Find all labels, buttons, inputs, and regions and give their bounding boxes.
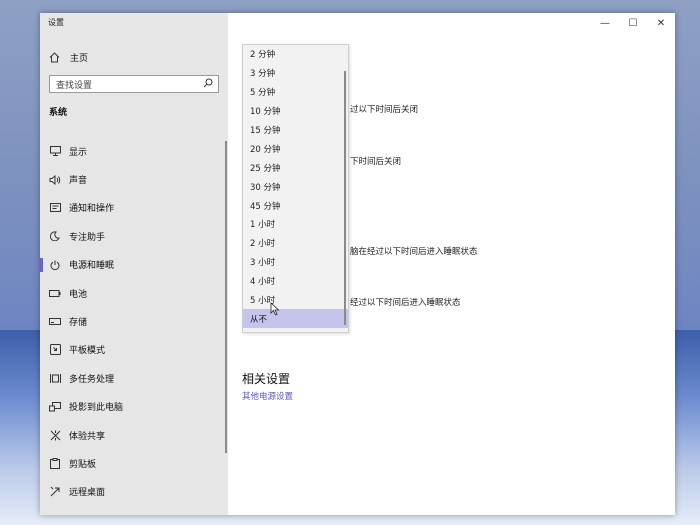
remote-desktop-icon bbox=[49, 486, 61, 498]
screen-plugged-label: 下时间后关闭 bbox=[350, 157, 402, 167]
notification-icon bbox=[49, 202, 61, 214]
sidebar-item-clipboard[interactable]: 剪贴板 bbox=[40, 449, 228, 477]
sidebar-item-about[interactable]: 关于 bbox=[40, 506, 228, 515]
sidebar-item-label: 专注助手 bbox=[69, 232, 106, 243]
sidebar-item-label: 远程桌面 bbox=[69, 488, 106, 499]
dropdown-option[interactable]: 30 分钟 bbox=[243, 177, 348, 196]
sidebar-item-label: 平板模式 bbox=[69, 346, 106, 357]
home-label: 主页 bbox=[70, 53, 89, 64]
dropdown-option[interactable]: 20 分钟 bbox=[243, 139, 348, 158]
sidebar-item-focus-assist[interactable]: 专注助手 bbox=[40, 222, 228, 250]
sidebar-item-label: 显示 bbox=[69, 147, 88, 158]
dropdown-option[interactable]: 2 小时 bbox=[243, 234, 348, 253]
sidebar-item-multitasking[interactable]: 多任务处理 bbox=[40, 364, 228, 392]
related-settings-title: 相关设置 bbox=[242, 372, 291, 386]
search-icon[interactable] bbox=[203, 78, 213, 91]
sidebar-nav: 显示 声音 通知和操作 专注助手 电源和睡眠 电池 存储 平板模式 多任务处理 … bbox=[40, 137, 228, 515]
maximize-button[interactable]: ☐ bbox=[619, 13, 647, 33]
additional-power-settings-link[interactable]: 其他电源设置 bbox=[242, 390, 293, 402]
dropdown-option-selected[interactable]: 从不 bbox=[243, 309, 348, 329]
sidebar-item-tablet-mode[interactable]: 平板模式 bbox=[40, 336, 228, 364]
dropdown-option[interactable]: 4 小时 bbox=[243, 272, 348, 291]
dropdown-option[interactable]: 25 分钟 bbox=[243, 158, 348, 177]
dropdown-option[interactable]: 3 分钟 bbox=[243, 64, 348, 83]
settings-window: 设置 主页 查找设置 系统 显示 声音 通知和操作 专注助手 电源和睡眠 电池 … bbox=[40, 13, 675, 515]
sidebar-item-notifications[interactable]: 通知和操作 bbox=[40, 194, 228, 222]
dropdown-option[interactable]: 15 分钟 bbox=[243, 121, 348, 140]
sidebar-item-project-to-pc[interactable]: 投影到此电脑 bbox=[40, 393, 228, 421]
sidebar-item-label: 电源和睡眠 bbox=[69, 261, 115, 272]
sidebar-item-label: 通知和操作 bbox=[69, 204, 115, 215]
search-placeholder: 查找设置 bbox=[56, 80, 93, 91]
project-icon bbox=[49, 401, 61, 413]
sidebar-item-label: 多任务处理 bbox=[69, 374, 115, 385]
timeout-dropdown-list: 2 分钟 3 分钟 5 分钟 10 分钟 15 分钟 20 分钟 25 分钟 3… bbox=[242, 44, 349, 333]
sidebar: 设置 主页 查找设置 系统 显示 声音 通知和操作 专注助手 电源和睡眠 电池 … bbox=[40, 13, 228, 515]
section-label: 系统 bbox=[49, 108, 68, 118]
home-link[interactable]: 主页 bbox=[48, 49, 88, 65]
sidebar-item-label: 声音 bbox=[69, 176, 88, 187]
sidebar-item-label: 电池 bbox=[69, 289, 88, 300]
clipboard-icon bbox=[49, 457, 61, 469]
power-icon bbox=[49, 259, 61, 271]
sidebar-scrollbar[interactable] bbox=[225, 141, 227, 453]
minimize-button[interactable]: — bbox=[591, 13, 619, 33]
dropdown-option[interactable]: 5 小时 bbox=[243, 291, 348, 310]
screen-battery-label: 过以下时间后关闭 bbox=[350, 105, 419, 115]
battery-icon bbox=[49, 287, 61, 299]
dropdown-option[interactable]: 1 小时 bbox=[243, 215, 348, 234]
window-title: 设置 bbox=[48, 18, 64, 27]
sleep-plugged-label: 经过以下时间后进入睡眠状态 bbox=[350, 298, 461, 308]
dropdown-option[interactable]: 2 分钟 bbox=[243, 45, 348, 64]
dropdown-scrollbar[interactable] bbox=[344, 71, 346, 325]
speaker-icon bbox=[49, 174, 61, 186]
sidebar-item-label: 存储 bbox=[69, 318, 88, 329]
sidebar-item-label: 关于 bbox=[69, 514, 87, 515]
moon-icon bbox=[49, 230, 61, 242]
sidebar-item-remote-desktop[interactable]: 远程桌面 bbox=[40, 478, 228, 506]
dropdown-option[interactable]: 3 小时 bbox=[243, 253, 348, 272]
monitor-icon bbox=[49, 145, 61, 157]
info-icon bbox=[49, 514, 61, 515]
sleep-battery-label: 脑在经过以下时间后进入睡眠状态 bbox=[350, 247, 478, 257]
sidebar-item-power-sleep[interactable]: 电源和睡眠 bbox=[40, 251, 228, 279]
sidebar-item-sound[interactable]: 声音 bbox=[40, 165, 228, 193]
dropdown-option[interactable]: 45 分钟 bbox=[243, 196, 348, 215]
sidebar-item-shared-experiences[interactable]: 体验共享 bbox=[40, 421, 228, 449]
dropdown-option[interactable]: 5 分钟 bbox=[243, 83, 348, 102]
window-controls: — ☐ ✕ bbox=[591, 13, 675, 33]
sidebar-item-display[interactable]: 显示 bbox=[40, 137, 228, 165]
dropdown-option[interactable]: 10 分钟 bbox=[243, 102, 348, 121]
sidebar-item-label: 剪贴板 bbox=[69, 459, 97, 470]
close-button[interactable]: ✕ bbox=[647, 13, 675, 33]
sidebar-item-label: 体验共享 bbox=[69, 431, 106, 442]
mouse-cursor-icon bbox=[270, 301, 280, 316]
sidebar-item-storage[interactable]: 存储 bbox=[40, 307, 228, 335]
storage-icon bbox=[49, 316, 61, 328]
multitask-icon bbox=[49, 372, 61, 384]
tablet-icon bbox=[49, 344, 61, 356]
home-icon bbox=[48, 51, 60, 63]
sidebar-item-label: 投影到此电脑 bbox=[69, 403, 124, 414]
search-input[interactable]: 查找设置 bbox=[49, 75, 219, 93]
share-icon bbox=[49, 429, 61, 441]
sidebar-item-battery[interactable]: 电池 bbox=[40, 279, 228, 307]
